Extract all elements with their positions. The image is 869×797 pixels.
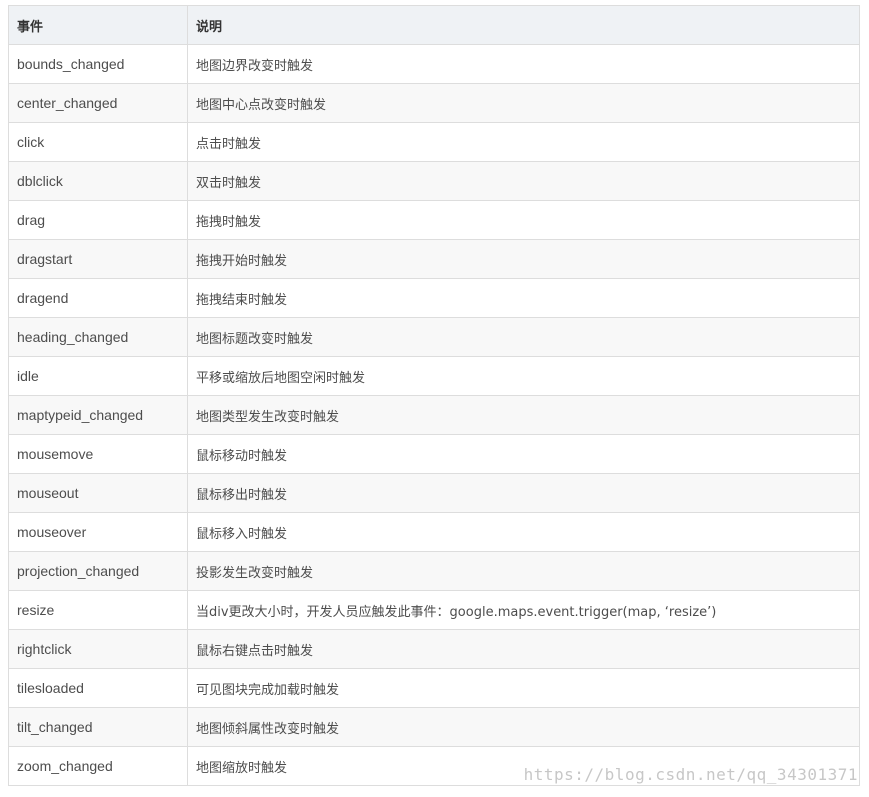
event-name-cell: mouseover [8, 512, 188, 552]
event-description-cell: 点击时触发 [187, 122, 860, 162]
event-description-cell: 可见图块完成加载时触发 [187, 668, 860, 708]
header-row: 事件 说明 [8, 5, 860, 45]
event-name-cell: tilt_changed [8, 707, 188, 747]
table-body: bounds_changed 地图边界改变时触发 center_changed 地图中… [8, 44, 860, 786]
event-name-cell: rightclick [8, 629, 188, 669]
event-name-cell: dblclick [8, 161, 188, 201]
event-name-cell: heading_changed [8, 317, 188, 357]
table-row: resize 当div更改大小时，开发人员应触发此事件：google.maps.e… [8, 590, 860, 630]
table-row: maptypeid_changed 地图类型发生改变时触发 [8, 395, 860, 435]
event-description-cell: 投影发生改变时触发 [187, 551, 860, 591]
event-name-cell: drag [8, 200, 188, 240]
table-row: center_changed 地图中心点改变时触发 [8, 83, 860, 123]
event-description-cell: 地图缩放时触发 [187, 746, 860, 786]
event-name-cell: zoom_changed [8, 746, 188, 786]
table-row: heading_changed 地图标题改变时触发 [8, 317, 860, 357]
event-description-cell: 拖拽时触发 [187, 200, 860, 240]
header-description: 说明 [187, 5, 860, 45]
table-row: drag 拖拽时触发 [8, 200, 860, 240]
table-row: dblclick 双击时触发 [8, 161, 860, 201]
event-description-cell: 双击时触发 [187, 161, 860, 201]
event-name-cell: resize [8, 590, 188, 630]
event-name-cell: dragend [8, 278, 188, 318]
table-row: click 点击时触发 [8, 122, 860, 162]
event-description-cell: 鼠标移出时触发 [187, 473, 860, 513]
event-name-cell: projection_changed [8, 551, 188, 591]
event-description-cell: 地图标题改变时触发 [187, 317, 860, 357]
event-name-cell: mousemove [8, 434, 188, 474]
event-description-cell: 拖拽开始时触发 [187, 239, 860, 279]
event-description-cell: 鼠标右键点击时触发 [187, 629, 860, 669]
table-row: idle 平移或缩放后地图空闲时触发 [8, 356, 860, 396]
table-row: dragstart 拖拽开始时触发 [8, 239, 860, 279]
events-table: 事件 说明 bounds_changed 地图边界改变时触发 center_chan… [8, 5, 860, 786]
table-header: 事件 说明 [8, 5, 860, 45]
event-description-cell: 地图边界改变时触发 [187, 44, 860, 84]
event-description-cell: 地图倾斜属性改变时触发 [187, 707, 860, 747]
event-name-cell: idle [8, 356, 188, 396]
event-name-cell: bounds_changed [8, 44, 188, 84]
table-row: zoom_changed 地图缩放时触发 [8, 746, 860, 786]
header-event: 事件 [8, 5, 188, 45]
table-row: rightclick 鼠标右键点击时触发 [8, 629, 860, 669]
event-description-cell: 鼠标移入时触发 [187, 512, 860, 552]
event-name-cell: tilesloaded [8, 668, 188, 708]
event-description-cell: 平移或缩放后地图空闲时触发 [187, 356, 860, 396]
table-row: tilesloaded 可见图块完成加载时触发 [8, 668, 860, 708]
event-description-cell: 鼠标移动时触发 [187, 434, 860, 474]
event-name-cell: dragstart [8, 239, 188, 279]
event-description-cell: 地图类型发生改变时触发 [187, 395, 860, 435]
table-row: tilt_changed 地图倾斜属性改变时触发 [8, 707, 860, 747]
event-description-cell: 当div更改大小时，开发人员应触发此事件：google.maps.event.t… [187, 590, 860, 630]
table-row: dragend 拖拽结束时触发 [8, 278, 860, 318]
table-row: mouseout 鼠标移出时触发 [8, 473, 860, 513]
event-name-cell: mouseout [8, 473, 188, 513]
table-row: mouseover 鼠标移入时触发 [8, 512, 860, 552]
table-row: projection_changed 投影发生改变时触发 [8, 551, 860, 591]
event-name-cell: maptypeid_changed [8, 395, 188, 435]
event-name-cell: center_changed [8, 83, 188, 123]
table-row: bounds_changed 地图边界改变时触发 [8, 44, 860, 84]
table-row: mousemove 鼠标移动时触发 [8, 434, 860, 474]
event-name-cell: click [8, 122, 188, 162]
event-description-cell: 地图中心点改变时触发 [187, 83, 860, 123]
event-description-cell: 拖拽结束时触发 [187, 278, 860, 318]
